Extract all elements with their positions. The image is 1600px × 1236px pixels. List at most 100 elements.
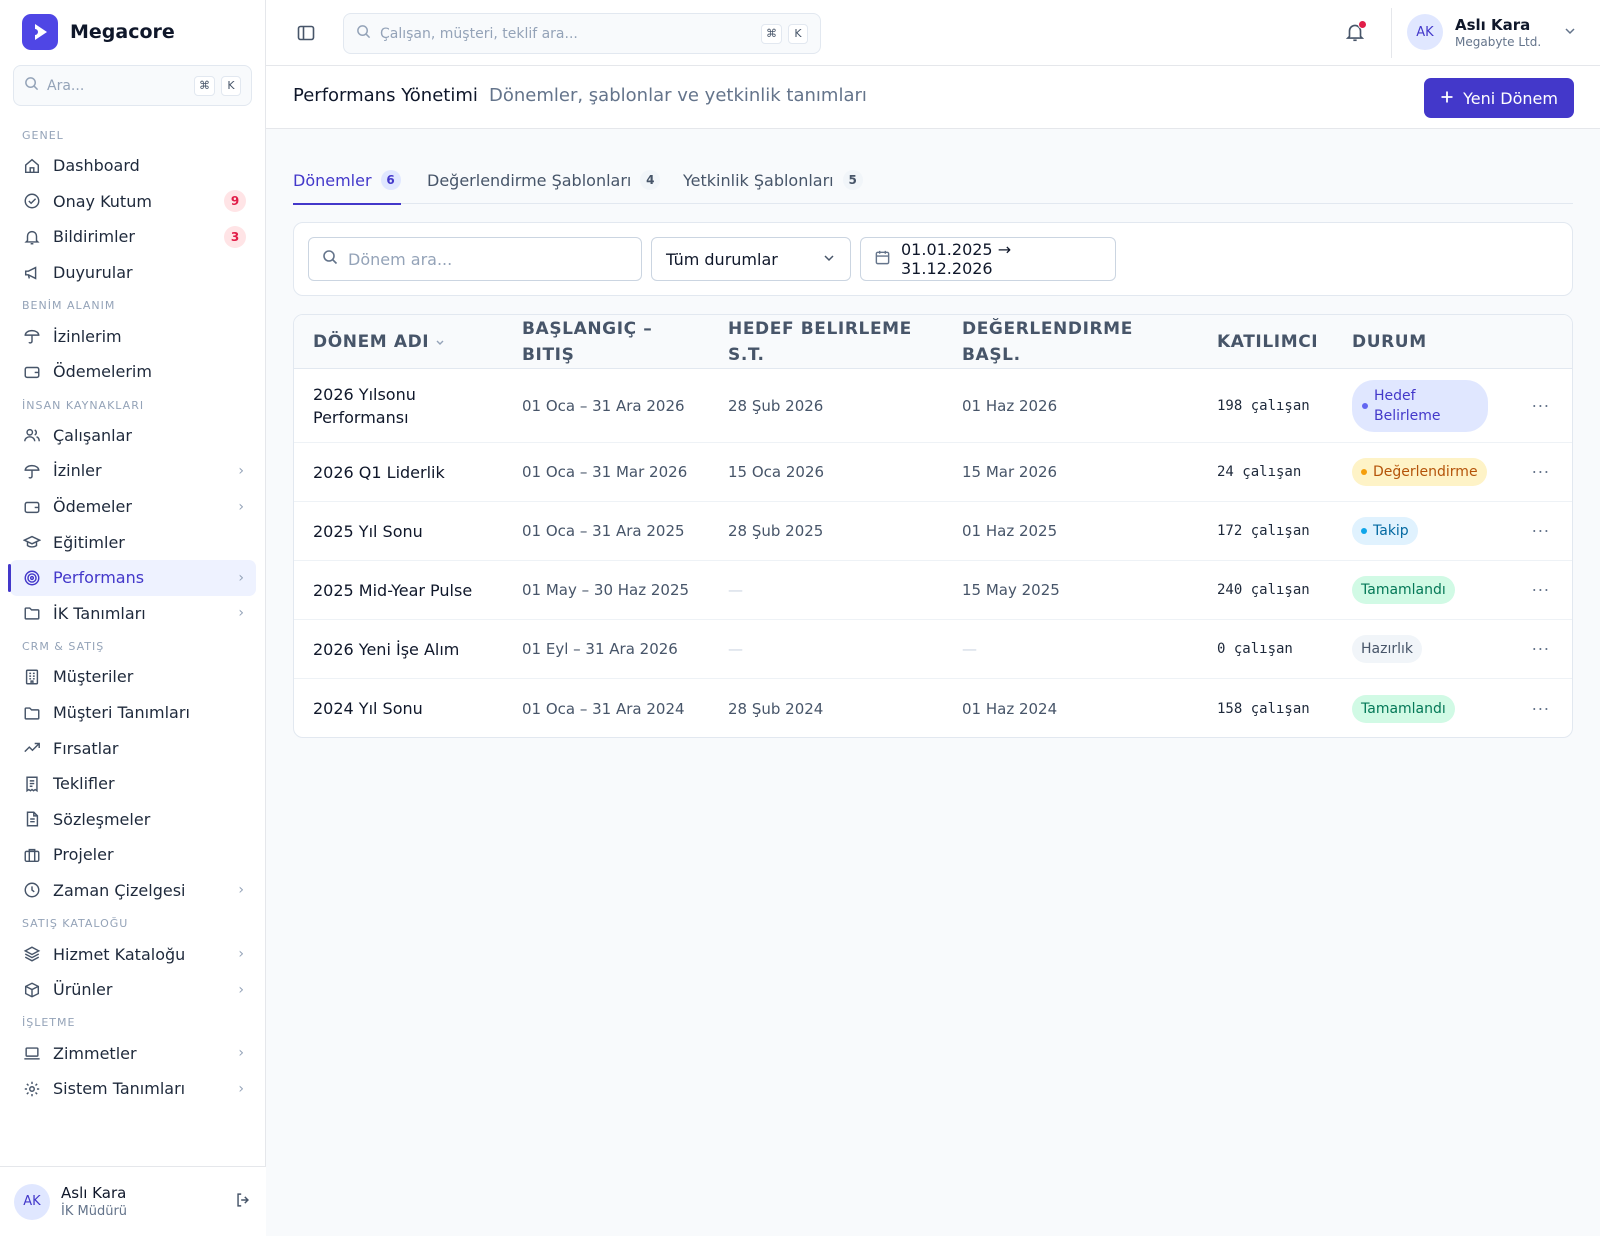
chevron-down-icon: [1563, 23, 1577, 42]
sidebar-item-musteri-tanimlari[interactable]: Müşteri Tanımları: [10, 695, 256, 731]
row-actions-button[interactable]: ···: [1532, 640, 1550, 659]
user-menu[interactable]: AK Aslı Kara Megabyte Ltd.: [1407, 14, 1577, 50]
period-name[interactable]: 2026 Yeni İşe Alım: [313, 620, 459, 678]
building-icon: [22, 667, 42, 687]
wallet-icon: [22, 497, 42, 517]
sidebar-item-urunler[interactable]: Ürünler ›: [10, 972, 256, 1008]
graduation-cap-icon: [22, 532, 42, 552]
sidebar-item-odemeler[interactable]: Ödemeler ›: [10, 489, 256, 525]
page-header: Performans Yönetimi Dönemler, şablonlar …: [266, 66, 1600, 129]
status-select[interactable]: Tüm durumlar: [651, 237, 851, 281]
column-header-range[interactable]: BAŞLANGIÇ – BITIŞ: [522, 315, 652, 369]
period-name[interactable]: 2026 Q1 Liderlik: [313, 443, 445, 501]
status-dot: [1361, 469, 1367, 475]
goal-deadline: 28 Şub 2025: [728, 522, 824, 540]
sidebar-item-ik-tanimlari[interactable]: İK Tanımları ›: [10, 596, 256, 632]
period-name-line: Performansı: [313, 407, 409, 427]
column-header-label: BAŞL.: [962, 345, 1021, 365]
new-period-button[interactable]: Yeni Dönem: [1424, 78, 1574, 118]
logout-icon[interactable]: [234, 1191, 252, 1213]
row-actions-button[interactable]: ···: [1532, 463, 1550, 482]
date-range-value: 01.01.2025 → 31.12.2026: [901, 240, 1012, 278]
divider: [1391, 8, 1392, 58]
column-header-name[interactable]: DÖNEM ADI: [313, 315, 445, 369]
global-search-input[interactable]: Çalışan, müşteri, teklif ara... ⌘ K: [343, 13, 821, 54]
avatar[interactable]: AK: [14, 1183, 50, 1220]
brand[interactable]: Megacore: [22, 14, 175, 50]
column-header-participants[interactable]: KATILIMCI: [1217, 315, 1318, 369]
participant-count: 198 çalışan: [1217, 397, 1310, 414]
participant-count: 240 çalışan: [1217, 582, 1310, 598]
sidebar-item-sozlesmeler[interactable]: Sözleşmeler: [10, 802, 256, 838]
sidebar-item-hizmet-katalogu[interactable]: Hizmet Kataloğu ›: [10, 936, 256, 972]
sidebar-item-bildirimler[interactable]: Bildirimler 3: [10, 219, 256, 255]
sidebar-item-label: Sistem Tanımları: [53, 1079, 186, 1099]
sidebar-item-projeler[interactable]: Projeler: [10, 837, 256, 873]
sidebar-item-teklifler[interactable]: Teklifler: [10, 766, 256, 802]
column-header-eval-start[interactable]: DEĞERLENDIRME BAŞL.: [962, 315, 1133, 369]
sidebar-item-zaman-cizelgesi[interactable]: Zaman Çizelgesi ›: [10, 873, 256, 909]
table-row[interactable]: 2026 Yeni İşe Alım 01 Eyl – 31 Ara 2026 …: [294, 620, 1572, 679]
column-header-status[interactable]: DURUM: [1352, 315, 1427, 369]
sidebar-item-label: Performans: [53, 568, 145, 588]
column-header-label: BAŞLANGIÇ –: [522, 319, 653, 339]
table-row[interactable]: 2024 Yıl Sonu 01 Oca – 31 Ara 2024 28 Şu…: [294, 679, 1572, 737]
status-cell: Takip: [1352, 502, 1418, 560]
sidebar-item-performans[interactable]: Performans ›: [8, 559, 256, 596]
sidebar-item-dashboard[interactable]: Dashboard: [10, 148, 256, 184]
tab-label: Yetkinlik Şablonları: [683, 170, 834, 190]
sidebar-item-odemelerim[interactable]: Ödemelerim: [10, 354, 256, 390]
tab-count-badge: 5: [842, 170, 863, 190]
sidebar-item-label: Ürünler: [53, 980, 113, 1000]
brand-name: Megacore: [70, 21, 175, 43]
sidebar-item-egitimler[interactable]: Eğitimler: [10, 524, 256, 560]
row-actions-button[interactable]: ···: [1532, 522, 1550, 541]
table-row[interactable]: 2026 Yılsonu Performansı 01 Oca – 31 Ara …: [294, 369, 1572, 443]
shortcut-cmd-key: ⌘: [761, 23, 782, 44]
sidebar-search-input[interactable]: Ara... ⌘ K: [13, 65, 252, 106]
notifications-bell-icon[interactable]: [1344, 20, 1368, 45]
period-name[interactable]: 2025 Mid-Year Pulse: [313, 561, 472, 619]
sidebar-item-label: Duyurular: [53, 263, 133, 283]
bildirim-count-badge: 3: [224, 225, 246, 248]
period-name[interactable]: 2026 Yılsonu Performansı: [313, 369, 416, 442]
sidebar-item-label: Onay Kutum: [53, 191, 152, 211]
status-badge-label: Takip: [1373, 523, 1409, 539]
status-badge-line: Hedef: [1374, 387, 1416, 404]
calendar-icon: [874, 249, 891, 270]
sidebar-item-calisanlar[interactable]: Çalışanlar: [10, 418, 256, 454]
goal-deadline: —: [728, 640, 743, 658]
sidebar-toggle-icon[interactable]: [296, 23, 316, 43]
date-range-picker[interactable]: 01.01.2025 → 31.12.2026: [860, 237, 1116, 281]
avatar: AK: [1407, 14, 1443, 50]
status-cell: Değerlendirme: [1352, 443, 1487, 501]
table-row[interactable]: 2025 Mid-Year Pulse 01 May – 30 Haz 2025…: [294, 561, 1572, 620]
table-row[interactable]: 2025 Yıl Sonu 01 Oca – 31 Ara 2025 28 Şu…: [294, 502, 1572, 561]
sidebar-item-firsatlar[interactable]: Fırsatlar: [10, 730, 256, 766]
tab-donemler[interactable]: Dönemler 6: [293, 156, 401, 205]
row-actions-button[interactable]: ···: [1532, 699, 1550, 718]
tab-degerlendirme-sablonlari[interactable]: Değerlendirme Şablonları 4: [427, 156, 661, 204]
tab-yetkinlik-sablonlari[interactable]: Yetkinlik Şablonları 5: [683, 156, 863, 204]
sidebar-item-sistem-tanimlari[interactable]: Sistem Tanımları ›: [10, 1071, 256, 1107]
table-header: DÖNEM ADI BAŞLANGIÇ – BITIŞ HEDEF BELIRLE…: [294, 315, 1572, 369]
nav-section-crm-satis: CRM & SATIŞ: [22, 640, 105, 654]
row-actions-button[interactable]: ···: [1532, 396, 1550, 415]
sidebar-item-musteriler[interactable]: Müşteriler: [10, 659, 256, 695]
table-row[interactable]: 2026 Q1 Liderlik 01 Oca – 31 Mar 2026 15…: [294, 443, 1572, 502]
sidebar-item-onay-kutum[interactable]: Onay Kutum 9: [10, 184, 256, 220]
sidebar-item-izinler[interactable]: İzinler ›: [10, 453, 256, 489]
period-name[interactable]: 2025 Yıl Sonu: [313, 502, 423, 560]
column-header-goal-deadline[interactable]: HEDEF BELIRLEME S.T.: [728, 315, 912, 369]
period-search-input[interactable]: Dönem ara...: [308, 237, 642, 281]
nav-section-benim-alanim: BENİM ALANIM: [22, 299, 116, 313]
sidebar-item-label: İK Tanımları: [53, 603, 146, 623]
status-badge-label: Tamamlandı: [1361, 700, 1446, 717]
sidebar-item-zimmetler[interactable]: Zimmetler ›: [10, 1035, 256, 1071]
sidebar-item-duyurular[interactable]: Duyurular: [10, 255, 256, 291]
briefcase-icon: [22, 845, 42, 865]
period-name[interactable]: 2024 Yıl Sonu: [313, 679, 423, 737]
sidebar-item-izinlerim[interactable]: İzinlerim: [10, 318, 256, 354]
goal-deadline: —: [728, 581, 743, 599]
row-actions-button[interactable]: ···: [1532, 581, 1550, 600]
